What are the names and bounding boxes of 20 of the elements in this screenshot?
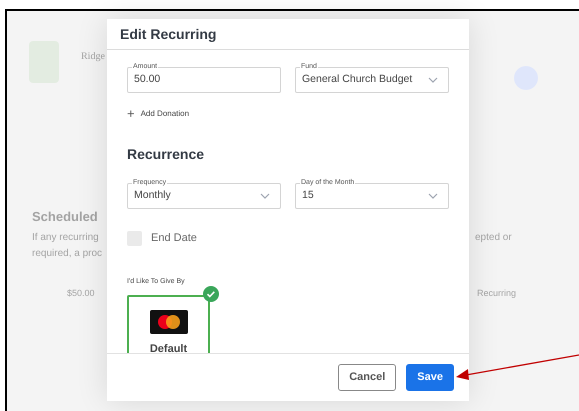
save-button[interactable]: Save xyxy=(406,364,454,391)
page-heading: Scheduled xyxy=(32,208,98,226)
org-name: Ridge xyxy=(81,50,105,64)
amount-cell-text: $50.00 xyxy=(67,287,95,300)
chevron-down-icon xyxy=(260,193,270,199)
chevron-down-icon xyxy=(428,193,438,199)
section-heading: Recurrence xyxy=(127,145,206,164)
checkbox-label: End Date xyxy=(151,231,197,246)
chevron-down-icon xyxy=(428,77,438,83)
payment-card[interactable]: Default xyxy=(127,295,210,353)
card-logo-icon xyxy=(150,310,188,334)
status-cell-text: Recurring xyxy=(477,287,516,300)
check-badge-icon xyxy=(203,286,219,302)
card-name: Default xyxy=(150,342,188,353)
page-text: epted or xyxy=(475,231,512,245)
cancel-button[interactable]: Cancel xyxy=(338,364,396,391)
page-text: required, a proc xyxy=(32,247,102,261)
page-text: If any recurring xyxy=(32,231,99,245)
add-donation-link[interactable]: + Add Donation xyxy=(127,107,190,121)
dialog-title: Edit Recurring xyxy=(120,24,216,44)
